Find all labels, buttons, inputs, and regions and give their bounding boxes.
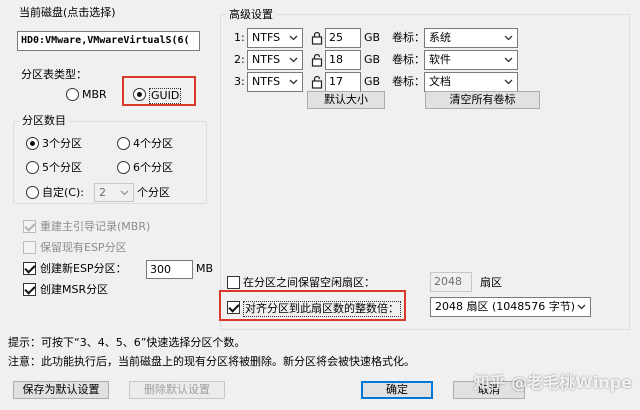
reserve-gap-label: 在分区之间保留空闲扇区： — [243, 276, 375, 289]
lock-icon[interactable] — [310, 31, 324, 45]
partition-type-title: 分区表类型： — [21, 68, 87, 81]
row3-volume-value: 文档 — [429, 75, 451, 88]
reserve-gap-checkbox[interactable] — [227, 276, 240, 289]
radio-4-partitions[interactable] — [117, 137, 130, 150]
row2-volume-label: 卷标： — [392, 53, 425, 66]
row1-size-input[interactable]: 25 — [325, 28, 361, 48]
rebuild-mbr-label: 重建主引导记录(MBR) — [40, 220, 151, 233]
chevron-down-icon — [501, 29, 515, 47]
hint-tip: 提示：可按下“3、4、5、6”快速选择分区个数。 — [8, 336, 246, 349]
radio-5-partitions[interactable] — [26, 161, 39, 174]
highlight-align-box — [219, 290, 406, 321]
custom-suffix-label: 个分区 — [137, 186, 170, 199]
chevron-down-icon — [501, 73, 515, 91]
ok-button[interactable]: 确定 — [361, 381, 433, 399]
row1-volume-label: 卷标： — [392, 31, 425, 44]
reserve-gap-unit: 扇区 — [480, 276, 502, 289]
radio-6-partitions[interactable] — [117, 161, 130, 174]
delete-default-button[interactable]: 删除默认设置 — [129, 381, 225, 399]
watermark-text: 知乎 @老毛桃Winpe — [473, 373, 632, 392]
unlock-icon[interactable] — [310, 53, 324, 67]
advanced-settings-title: 高级设置 — [226, 8, 276, 21]
row2-volume-value: 软件 — [429, 53, 451, 66]
create-msr-checkbox[interactable] — [23, 283, 36, 296]
reserve-gap-input[interactable]: 2048 — [430, 272, 472, 292]
create-msr-label: 创建MSR分区 — [40, 283, 109, 296]
chevron-down-icon — [286, 29, 300, 47]
row3-number: 3: — [234, 75, 245, 88]
chevron-down-icon — [286, 51, 300, 69]
partition-count-title: 分区数目 — [19, 114, 69, 127]
clear-labels-button[interactable]: 清空所有卷标 — [425, 91, 540, 109]
current-disk-title: 当前磁盘(点击选择) — [19, 6, 116, 19]
align-sectors-value: 2048 扇区 (1048576 字节) — [435, 300, 576, 313]
chevron-down-icon — [117, 184, 131, 201]
create-esp-label: 创建新ESP分区： — [40, 262, 127, 275]
esp-size-input[interactable]: 300 — [146, 260, 193, 279]
row2-size-input[interactable]: 18 — [325, 50, 361, 70]
row3-volume-select[interactable]: 文档 — [424, 72, 518, 92]
row1-fs-select[interactable]: NTFS — [247, 28, 303, 48]
row3-size-input[interactable]: 17 — [325, 72, 361, 92]
row3-fs-select[interactable]: NTFS — [247, 72, 303, 92]
radio-mbr[interactable] — [66, 88, 79, 101]
keep-esp-checkbox[interactable] — [23, 241, 36, 254]
radio-4-partitions-label: 4个分区 — [133, 137, 173, 150]
radio-6-partitions-label: 6个分区 — [133, 161, 173, 174]
row2-volume-select[interactable]: 软件 — [424, 50, 518, 70]
row2-size-unit: GB — [364, 53, 381, 66]
row1-volume-value: 系统 — [429, 31, 451, 44]
chevron-down-icon — [286, 73, 300, 91]
row3-fs-value: NTFS — [252, 75, 281, 88]
radio-3-partitions[interactable] — [26, 137, 39, 150]
radio-mbr-label: MBR — [82, 88, 107, 101]
keep-esp-label: 保留现有ESP分区 — [40, 241, 127, 254]
create-esp-checkbox[interactable] — [23, 262, 36, 275]
radio-custom-partitions[interactable] — [26, 186, 39, 199]
highlight-guid-box — [122, 76, 196, 106]
radio-5-partitions-label: 5个分区 — [42, 161, 82, 174]
hint-note: 注意：此功能执行后，当前磁盘上的现有分区将被删除。新分区将会被快速格式化。 — [8, 355, 415, 368]
unlock-icon[interactable] — [310, 75, 324, 89]
row1-size-unit: GB — [364, 31, 381, 44]
default-size-button[interactable]: 默认大小 — [307, 91, 385, 109]
radio-custom-label: 自定(C): — [42, 186, 84, 199]
custom-count-select[interactable]: 2 — [94, 183, 134, 202]
row1-fs-value: NTFS — [252, 31, 281, 44]
rebuild-mbr-checkbox[interactable] — [23, 220, 36, 233]
row1-volume-select[interactable]: 系统 — [424, 28, 518, 48]
row2-fs-select[interactable]: NTFS — [247, 50, 303, 70]
row1-number: 1: — [234, 31, 245, 44]
row2-fs-value: NTFS — [252, 53, 281, 66]
radio-3-partitions-label: 3个分区 — [42, 137, 82, 150]
row2-number: 2: — [234, 53, 245, 66]
esp-size-unit: MB — [196, 262, 214, 275]
row3-size-unit: GB — [364, 75, 381, 88]
chevron-down-icon — [501, 51, 515, 69]
custom-count-value: 2 — [99, 186, 106, 199]
row3-volume-label: 卷标： — [392, 75, 425, 88]
align-sectors-select[interactable]: 2048 扇区 (1048576 字节) — [430, 297, 591, 317]
save-default-button[interactable]: 保存为默认设置 — [13, 381, 109, 399]
current-disk-field[interactable]: HD0:VMware,VMwareVirtualS(6( — [17, 31, 200, 51]
chevron-down-icon — [574, 298, 588, 316]
